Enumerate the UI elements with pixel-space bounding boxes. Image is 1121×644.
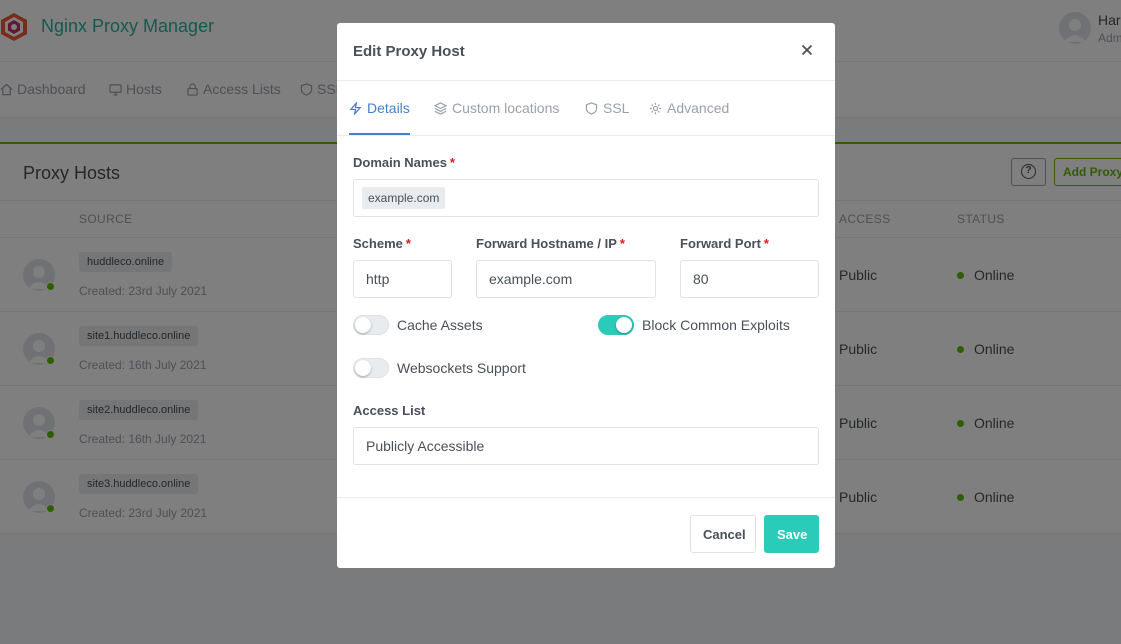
edit-proxy-host-modal: Edit Proxy Host Details Custom locations…	[337, 23, 835, 568]
cancel-button[interactable]: Cancel	[690, 515, 756, 553]
field-label-text: Forward Hostname / IP	[476, 236, 617, 251]
access-list-select[interactable]: Publicly Accessible	[353, 427, 819, 465]
toggle-knob	[355, 360, 371, 376]
block-exploits-label[interactable]: Block Common Exploits	[642, 317, 790, 333]
required-marker: *	[763, 236, 769, 251]
save-button[interactable]: Save	[764, 515, 819, 553]
tab-advanced[interactable]: Advanced	[649, 100, 729, 116]
tab-custom-locations[interactable]: Custom locations	[434, 100, 559, 116]
close-icon[interactable]	[798, 41, 816, 59]
active-tab-indicator	[349, 133, 410, 135]
modal-footer: Cancel Save	[337, 497, 835, 568]
field-label-text: Domain Names	[353, 155, 447, 170]
shield-icon	[585, 101, 598, 115]
tab-label: Advanced	[667, 100, 730, 116]
tab-ssl[interactable]: SSL	[585, 100, 629, 116]
gear-icon	[649, 102, 662, 114]
scheme-label: Scheme *	[353, 236, 411, 251]
block-exploits-toggle[interactable]	[598, 315, 634, 335]
websockets-label[interactable]: Websockets Support	[397, 360, 526, 376]
required-marker: *	[449, 155, 455, 170]
domain-names-label: Domain Names *	[353, 155, 455, 170]
layers-icon	[434, 101, 447, 115]
tab-details[interactable]: Details	[349, 100, 410, 116]
modal-tabs: Details Custom locations SSL Advanced	[337, 81, 835, 136]
domain-names-input[interactable]: example.com	[353, 179, 819, 217]
domain-chip[interactable]: example.com	[362, 187, 446, 209]
websockets-toggle[interactable]	[353, 358, 389, 378]
zap-icon	[349, 101, 362, 115]
access-list-label: Access List	[353, 403, 426, 418]
tab-label: Custom locations	[452, 100, 560, 116]
cache-assets-toggle[interactable]	[353, 315, 389, 335]
toggle-knob	[616, 317, 632, 333]
field-label-text: Forward Port	[680, 236, 761, 251]
field-label-text: Scheme	[353, 236, 403, 251]
modal-header: Edit Proxy Host	[337, 23, 835, 81]
toggle-knob	[355, 317, 371, 333]
cache-assets-label[interactable]: Cache Assets	[397, 317, 483, 333]
required-marker: *	[619, 236, 625, 251]
scheme-select[interactable]: http	[353, 260, 452, 298]
forward-port-input[interactable]: 80	[680, 260, 819, 298]
forward-port-label: Forward Port *	[680, 236, 769, 251]
forward-hostname-label: Forward Hostname / IP *	[476, 236, 625, 251]
tab-label: SSL	[603, 100, 630, 116]
required-marker: *	[405, 236, 411, 251]
forward-hostname-input[interactable]: example.com	[476, 260, 656, 298]
modal-title: Edit Proxy Host	[353, 43, 465, 60]
tab-label: Details	[367, 100, 410, 116]
